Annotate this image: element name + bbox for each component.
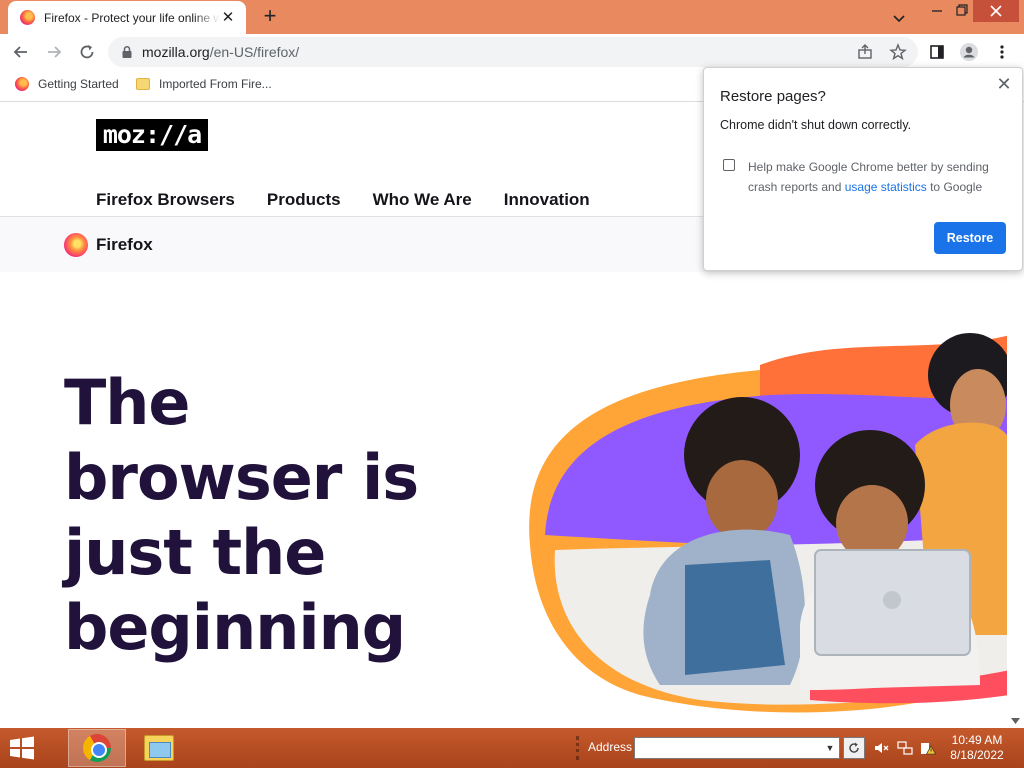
chrome-menu-icon[interactable] <box>989 39 1015 65</box>
site-navigation: Firefox Browsers Products Who We Are Inn… <box>96 190 622 210</box>
nav-products[interactable]: Products <box>267 190 341 210</box>
window-close-button[interactable] <box>973 0 1019 22</box>
tab-title: Firefox - Protect your life online with … <box>44 10 220 25</box>
headline-line: beginning <box>64 591 406 664</box>
network-icon[interactable] <box>897 740 913 756</box>
reload-icon[interactable] <box>74 39 100 65</box>
system-clock[interactable]: 10:49 AM 8/18/2022 <box>940 733 1014 763</box>
clock-date: 8/18/2022 <box>950 748 1004 762</box>
windows-taskbar: Address ▼ 10:49 AM 8/18/2022 <box>0 728 1024 768</box>
crash-reports-checkbox[interactable] <box>723 159 735 171</box>
address-dropdown-icon[interactable]: ▼ <box>823 740 837 756</box>
file-explorer-icon <box>144 735 174 761</box>
tab-strip: Firefox - Protect your life online with … <box>0 0 1024 34</box>
hero-image <box>529 333 1010 713</box>
back-icon[interactable] <box>8 39 34 65</box>
nav-firefox-browsers[interactable]: Firefox Browsers <box>96 190 235 210</box>
headline-line: The <box>64 366 190 439</box>
action-center-warning-icon[interactable] <box>920 740 937 756</box>
address-toolbar-input[interactable]: ▼ <box>634 737 840 759</box>
taskbar-chrome[interactable] <box>68 729 126 767</box>
restore-pages-dialog: Restore pages? ✕ Chrome didn't shut down… <box>703 67 1023 271</box>
bookmark-getting-started[interactable]: Getting Started <box>15 77 119 91</box>
headline-line: browser is <box>64 441 419 514</box>
windows-start-icon[interactable] <box>6 734 38 762</box>
url-text[interactable]: mozilla.org/en-US/firefox/ <box>142 44 299 60</box>
dialog-title: Restore pages? <box>720 88 826 105</box>
share-icon[interactable] <box>856 43 874 61</box>
lock-icon[interactable] <box>120 45 134 59</box>
headline-line: just the <box>64 516 326 589</box>
firefox-favicon-icon <box>20 10 35 25</box>
profile-avatar-icon[interactable] <box>956 39 982 65</box>
bookmark-star-icon[interactable] <box>889 43 907 61</box>
nav-innovation[interactable]: Innovation <box>504 190 590 210</box>
checkbox-label-text: to Google <box>926 180 983 194</box>
tab-close-icon[interactable]: ✕ <box>220 9 236 26</box>
firefox-logo-icon[interactable] <box>64 233 88 257</box>
browser-tab[interactable]: Firefox - Protect your life online with … <box>8 1 246 34</box>
bookmark-label: Getting Started <box>38 77 119 91</box>
restore-button[interactable]: Restore <box>934 222 1006 254</box>
bookmark-folder-imported[interactable]: Imported From Fire... <box>136 77 272 91</box>
address-bar[interactable]: mozilla.org/en-US/firefox/ <box>108 37 918 67</box>
checkbox-label: Help make Google Chrome better by sendin… <box>748 157 1013 197</box>
usage-statistics-link[interactable]: usage statistics <box>845 180 927 194</box>
toolbar-grip[interactable] <box>576 736 579 760</box>
product-name[interactable]: Firefox <box>96 235 153 255</box>
address-go-icon[interactable] <box>843 737 865 759</box>
dialog-message: Chrome didn't shut down correctly. <box>720 118 912 132</box>
address-toolbar-label: Address <box>588 740 633 754</box>
new-tab-button[interactable]: + <box>256 4 284 30</box>
firefox-icon <box>15 77 29 91</box>
bookmark-label: Imported From Fire... <box>159 77 272 91</box>
forward-icon[interactable] <box>41 39 67 65</box>
nav-who-we-are[interactable]: Who We Are <box>373 190 472 210</box>
side-panel-icon[interactable] <box>924 39 950 65</box>
browser-toolbar: mozilla.org/en-US/firefox/ <box>0 34 1024 70</box>
mozilla-logo[interactable]: moz://a <box>96 119 208 151</box>
tab-search-chevron-icon[interactable] <box>888 8 910 28</box>
volume-muted-icon[interactable] <box>873 740 889 756</box>
hero-headline: The browser is just the beginning <box>64 365 419 665</box>
folder-icon <box>136 78 150 90</box>
clock-time: 10:49 AM <box>951 733 1003 747</box>
scroll-down-icon[interactable] <box>1011 718 1020 724</box>
taskbar-file-explorer[interactable] <box>130 729 188 767</box>
chrome-icon <box>83 734 111 762</box>
dialog-close-icon[interactable]: ✕ <box>994 74 1014 94</box>
